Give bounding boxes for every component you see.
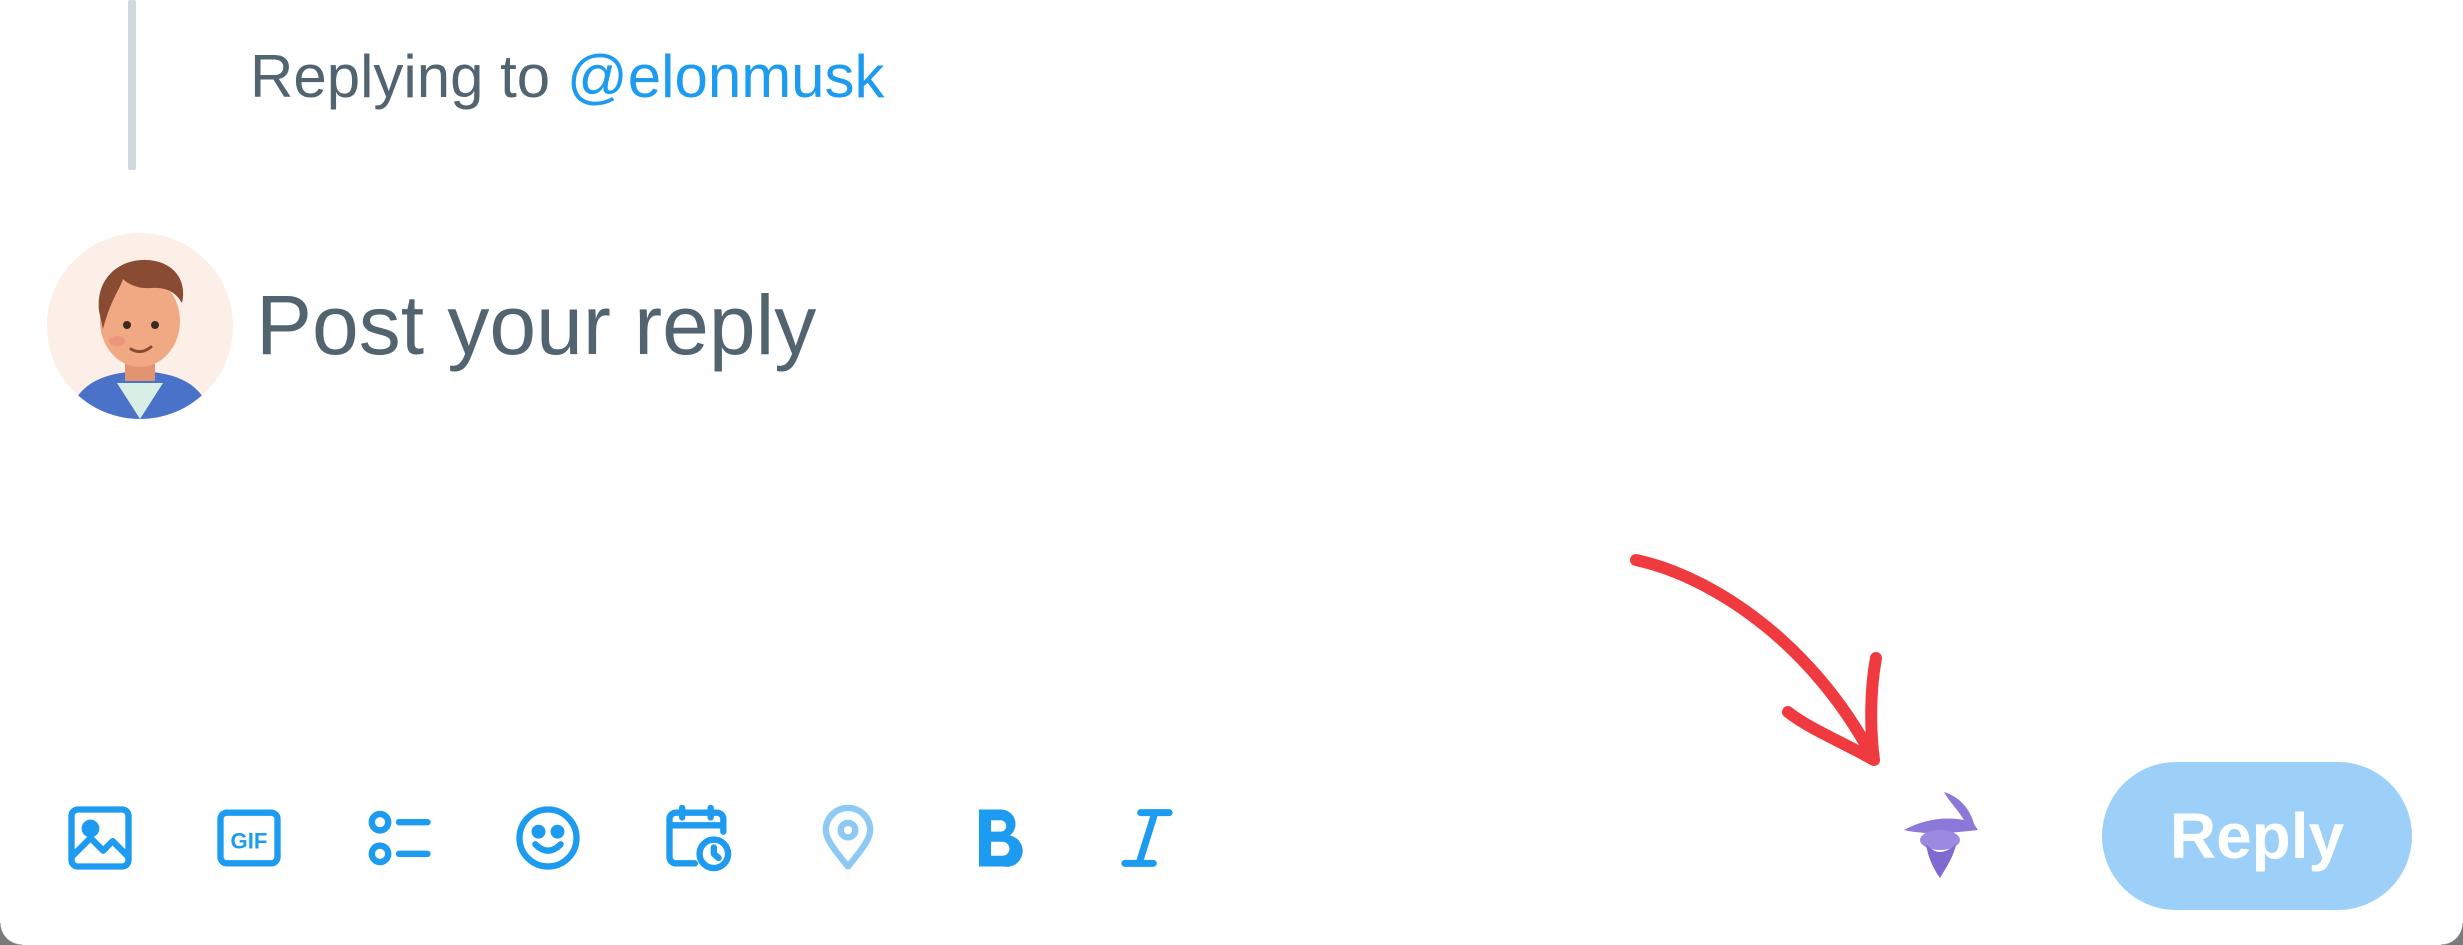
svg-text:GIF: GIF xyxy=(231,828,268,853)
schedule-icon[interactable] xyxy=(660,800,736,876)
reply-input[interactable] xyxy=(256,265,1956,385)
reply-button[interactable]: Reply xyxy=(2102,762,2412,910)
avatar[interactable] xyxy=(47,233,233,419)
wizard-icon[interactable] xyxy=(1900,790,1980,880)
annotation-arrow xyxy=(1620,540,1900,780)
replying-to-handle-link[interactable]: @elonmusk xyxy=(567,43,885,110)
replying-to-label: Replying to @elonmusk xyxy=(250,42,885,111)
window-corner-left xyxy=(0,923,22,945)
image-icon[interactable] xyxy=(62,800,138,876)
gif-icon[interactable]: GIF xyxy=(211,800,287,876)
italic-icon[interactable] xyxy=(1109,800,1185,876)
bold-icon[interactable] xyxy=(960,800,1036,876)
thread-connector-line xyxy=(128,0,136,170)
window-corner-right xyxy=(2441,923,2463,945)
location-icon[interactable] xyxy=(810,800,886,876)
replying-to-prefix: Replying to xyxy=(250,43,567,110)
poll-icon[interactable] xyxy=(361,800,437,876)
emoji-icon[interactable] xyxy=(510,800,586,876)
